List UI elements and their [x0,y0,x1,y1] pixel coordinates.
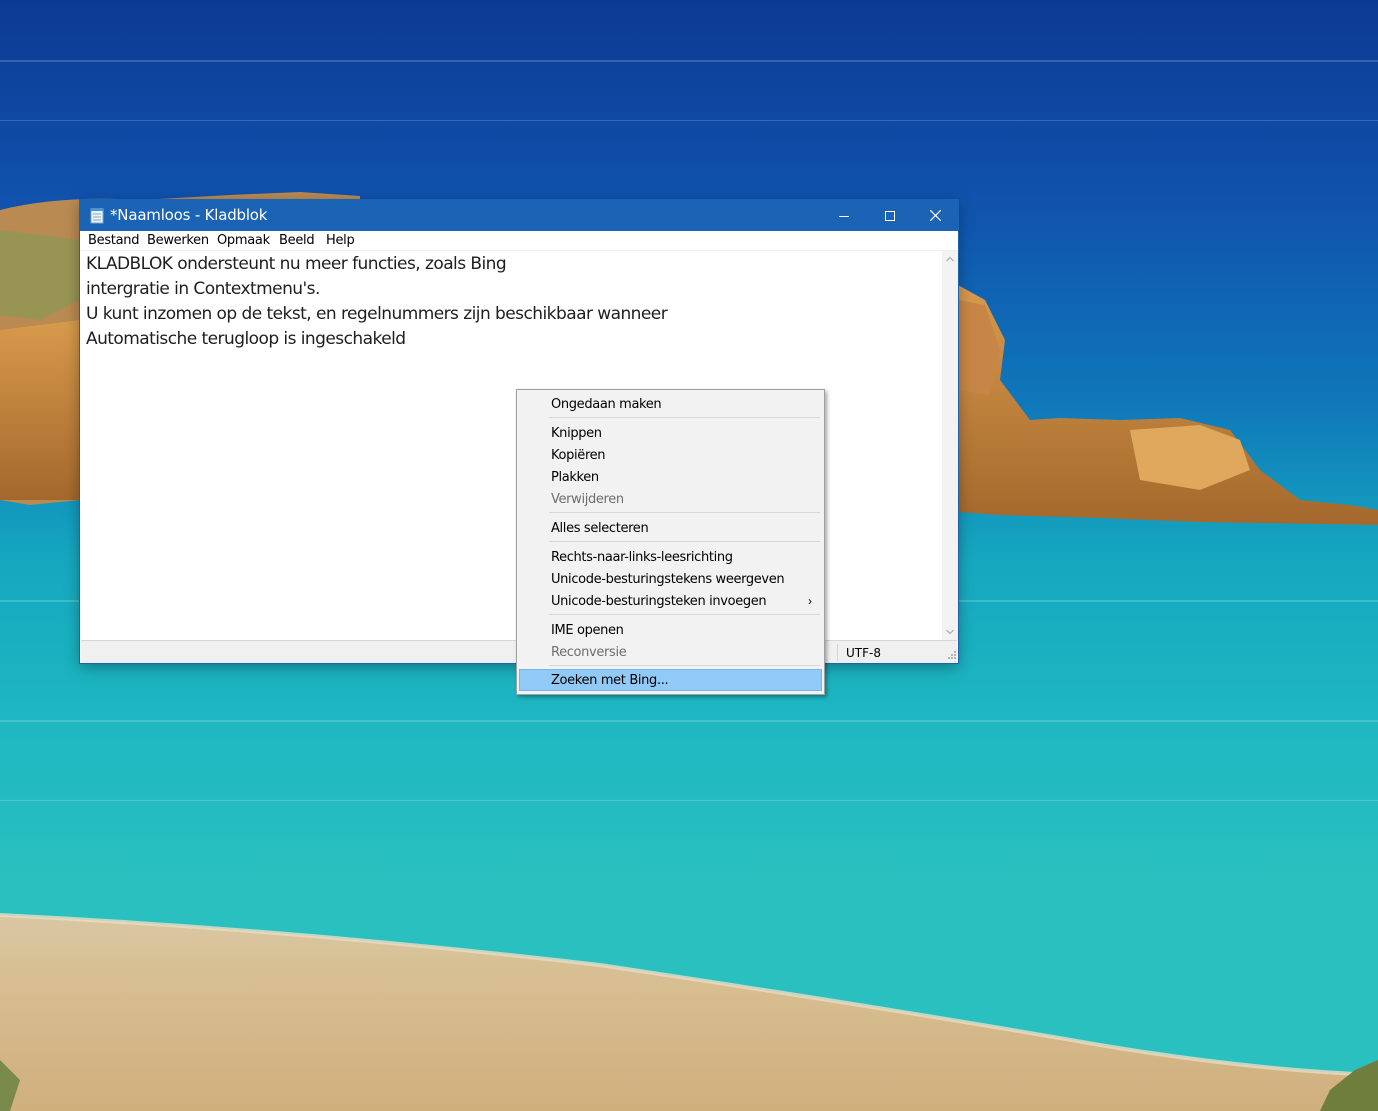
ctx-rtl-reading-label: Rechts-naar-links-leesrichting [551,550,733,565]
context-menu: Ongedaan maken Knippen Kopiëren Plakken … [516,389,825,695]
ctx-separator [549,614,820,615]
ctx-select-all-label: Alles selecteren [551,521,649,536]
menu-bar: Bestand Bewerken Opmaak Beeld Help [80,231,958,251]
encoding-label: UTF-8 [846,646,881,660]
ctx-separator [549,541,820,542]
ctx-undo-label: Ongedaan maken [551,397,662,412]
text-line[interactable]: U kunt inzomen op de tekst, en regelnumm… [86,303,668,325]
ctx-show-unicode-control-label: Unicode-besturingstekens weergeven [551,572,785,587]
ctx-paste-label: Plakken [551,470,599,485]
ctx-undo[interactable]: Ongedaan maken [519,393,822,415]
ctx-reconversion: Reconversie [519,641,822,663]
ctx-insert-unicode-control[interactable]: Unicode-besturingsteken invoegen › [519,590,822,612]
close-button[interactable] [912,200,958,231]
scroll-down-icon[interactable] [942,624,958,640]
vertical-scrollbar[interactable] [942,251,958,640]
ctx-insert-unicode-control-label: Unicode-besturingsteken invoegen [551,594,767,609]
window-title: *Naamloos - Kladblok [110,206,268,224]
ctx-separator [549,665,820,666]
ctx-copy[interactable]: Kopiëren [519,444,822,466]
menu-beeld[interactable]: Beeld [279,233,315,248]
ctx-delete: Verwijderen [519,488,822,510]
close-icon [929,210,941,221]
ctx-show-unicode-control[interactable]: Unicode-besturingstekens weergeven [519,568,822,590]
menu-bestand[interactable]: Bestand [88,233,139,248]
ctx-search-bing-label: Zoeken met Bing... [551,673,669,688]
ctx-copy-label: Kopiëren [551,448,606,463]
scroll-up-icon[interactable] [942,251,958,267]
menu-bewerken[interactable]: Bewerken [147,233,209,248]
menu-opmaak[interactable]: Opmaak [217,233,270,248]
ctx-select-all[interactable]: Alles selecteren [519,517,822,539]
ctx-cut-label: Knippen [551,426,602,441]
ctx-search-bing[interactable]: Zoeken met Bing... [519,669,822,691]
maximize-icon [885,210,895,221]
ctx-cut[interactable]: Knippen [519,422,822,444]
ctx-paste[interactable]: Plakken [519,466,822,488]
ctx-rtl-reading[interactable]: Rechts-naar-links-leesrichting [519,546,822,568]
chevron-right-icon: › [808,594,812,608]
ctx-open-ime[interactable]: IME openen [519,619,822,641]
ctx-reconversion-label: Reconversie [551,645,627,660]
ctx-delete-label: Verwijderen [551,492,624,507]
text-line[interactable]: Automatische terugloop is ingeschakeld [86,328,406,350]
text-line[interactable]: intergratie in Contextmenu's. [86,278,320,300]
notepad-icon [90,208,104,224]
minimize-button[interactable] [821,200,867,231]
ctx-separator [549,512,820,513]
title-bar[interactable]: *Naamloos - Kladblok [80,200,958,231]
resize-grip-icon[interactable] [945,650,957,662]
text-line[interactable]: KLADBLOK ondersteunt nu meer functies, z… [86,253,507,275]
status-separator [837,644,838,661]
ctx-separator [549,417,820,418]
ctx-open-ime-label: IME openen [551,623,624,638]
maximize-button[interactable] [867,200,913,231]
menu-help[interactable]: Help [326,233,355,248]
minimize-icon [839,215,849,217]
